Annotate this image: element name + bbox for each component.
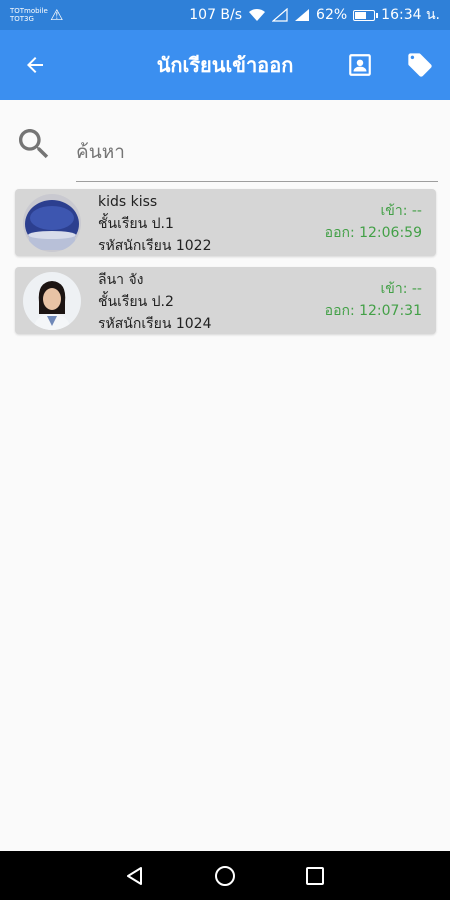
nav-recents-button[interactable] bbox=[295, 856, 335, 896]
student-times: เข้า: -- ออก: 12:07:31 bbox=[325, 278, 422, 322]
tag-icon bbox=[408, 53, 432, 77]
student-class: ชั้นเรียน ป.2 bbox=[98, 294, 174, 310]
student-card[interactable]: kids kiss ชั้นเรียน ป.1 รหัสนักเรียน 102… bbox=[15, 189, 436, 256]
time-in: เข้า: -- bbox=[380, 281, 423, 297]
search-icon[interactable] bbox=[14, 124, 54, 168]
battery-percent: 62% bbox=[316, 7, 348, 23]
carrier-line-2: TOT3G bbox=[10, 15, 34, 23]
time-out: ออก: 12:07:31 bbox=[324, 303, 422, 319]
avatar bbox=[23, 194, 81, 252]
contact-icon bbox=[349, 54, 371, 76]
status-right: 107 B/s 62% 16:34 น. bbox=[189, 4, 440, 26]
triangle-back-icon bbox=[127, 866, 142, 885]
avatar bbox=[23, 272, 81, 330]
student-list: kids kiss ชั้นเรียน ป.1 รหัสนักเรียน 102… bbox=[15, 189, 436, 345]
student-times: เข้า: -- ออก: 12:06:59 bbox=[325, 200, 422, 244]
battery-icon bbox=[353, 9, 379, 21]
circle-home-icon bbox=[215, 865, 235, 886]
contact-button[interactable] bbox=[340, 45, 380, 85]
student-info: ลีนา จัง ชั้นเรียน ป.2 รหัสนักเรียน 1024 bbox=[98, 269, 212, 335]
search-input[interactable] bbox=[76, 122, 438, 182]
app-bar: นักเรียนเข้าออก bbox=[0, 30, 450, 100]
signal-icon-2 bbox=[295, 9, 310, 21]
student-name: kids kiss bbox=[98, 194, 158, 210]
nav-back-button[interactable] bbox=[115, 856, 155, 896]
time-out: ออก: 12:06:59 bbox=[324, 225, 422, 241]
battery-fill bbox=[355, 11, 366, 19]
carrier-line-1: TOTmobile bbox=[10, 7, 48, 15]
student-id: รหัสนักเรียน 1022 bbox=[98, 238, 212, 254]
clock: 16:34 น. bbox=[381, 7, 440, 23]
wifi-icon bbox=[249, 8, 266, 21]
network-speed: 107 B/s bbox=[189, 7, 243, 23]
navigation-bar bbox=[0, 851, 450, 900]
status-bar: TOTmobile TOT3G ⚠ 107 B/s 62% 16:34 น. bbox=[0, 0, 450, 30]
student-name: ลีนา จัง bbox=[98, 272, 144, 288]
search-row bbox=[0, 118, 450, 188]
carrier-label: TOTmobile TOT3G bbox=[10, 7, 48, 23]
student-class: ชั้นเรียน ป.1 bbox=[98, 216, 174, 232]
signal-icon bbox=[272, 8, 288, 22]
student-id: รหัสนักเรียน 1024 bbox=[98, 316, 212, 332]
tag-button[interactable] bbox=[400, 45, 440, 85]
warning-icon: ⚠ bbox=[50, 6, 64, 24]
back-button[interactable] bbox=[0, 30, 70, 100]
square-recents-icon bbox=[306, 866, 324, 885]
student-info: kids kiss ชั้นเรียน ป.1 รหัสนักเรียน 102… bbox=[98, 191, 212, 257]
nav-home-button[interactable] bbox=[205, 856, 245, 896]
time-in: เข้า: -- bbox=[380, 203, 423, 219]
arrow-back-icon bbox=[27, 57, 43, 73]
student-card[interactable]: ลีนา จัง ชั้นเรียน ป.2 รหัสนักเรียน 1024… bbox=[15, 267, 436, 334]
